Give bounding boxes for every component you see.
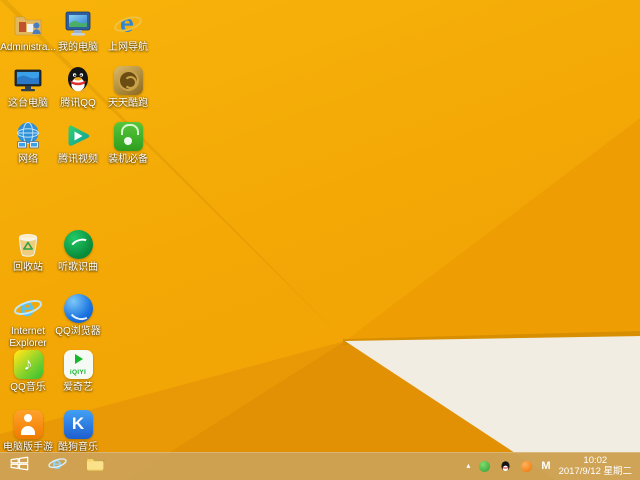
user-folder-icon [12,8,44,40]
icon-label: 听歌识曲 [58,262,98,273]
tray-alert-icon[interactable] [520,460,533,473]
desktop-icon-mobile-game-pc[interactable]: 电脑版手游 [0,408,56,454]
desktop-icon-web-navigation[interactable]: e 上网导航 [100,8,156,54]
blue-k-icon: K [62,408,94,440]
clock-time: 10:02 [583,455,608,466]
clock[interactable]: 10:02 2017/9/12 星期二 [559,455,632,477]
icon-label: QQ音乐 [10,382,46,393]
icon-label: 爱奇艺 [63,382,93,393]
desktop-icon-qq-browser[interactable]: QQ浏览器 [50,292,106,338]
globe-icon [12,120,44,152]
svg-text:e: e [20,292,34,322]
icon-label: 网络 [18,154,38,165]
music-note-glyph: ♪ [23,354,33,374]
folder-icon [85,453,106,479]
taskbar-ie-button[interactable]: e [38,452,76,480]
icon-label: Internet Explorer [9,326,47,349]
crt-monitor-icon [62,8,94,40]
taskbar-file-explorer-button[interactable] [76,452,114,480]
desktop-icon-song-recognition[interactable]: 听歌识曲 [50,228,106,274]
desktop-icon-tencent-qq[interactable]: 腾讯QQ [50,64,106,110]
penguin-icon [62,64,94,96]
system-tray: ▴ M 10:02 2017/9/12 星期二 [466,452,640,480]
ie-e-icon: e [47,453,68,479]
svg-text:e: e [52,454,61,473]
music-note-icon: ♪ [12,348,44,380]
blue-globe-swirl-icon [62,292,94,324]
desktop-icon-essential-software[interactable]: 装机必备 [100,120,156,166]
taskbar: e ▴ M 10:02 2017/9/12 星期二 [0,452,640,480]
desktop-icon-iqiyi[interactable]: iQIYI 爱奇艺 [50,348,106,394]
clock-date: 2017/9/12 星期二 [558,466,632,477]
desktop-icon-administrator[interactable]: Administra... [0,8,56,54]
orange-figure-icon [12,408,44,440]
icon-label: 腾讯视频 [58,154,98,165]
flat-monitor-icon [12,64,44,96]
blue-e-icon: e [112,8,144,40]
green-bag-icon [112,120,144,152]
tray-qq-penguin-icon[interactable] [499,460,512,473]
desktop-icon-network[interactable]: 网络 [0,120,56,166]
iqiyi-logo-icon: iQIYI [62,348,94,380]
play-logo-icon [62,120,94,152]
icon-label: 这台电脑 [8,98,48,109]
recycle-bin-icon [12,228,44,260]
windows-logo-icon [8,452,31,480]
desktop-icon-my-computer[interactable]: 我的电脑 [50,8,106,54]
icon-label: 上网导航 [108,42,148,53]
input-method-indicator[interactable]: M [541,460,550,472]
icon-label: QQ浏览器 [55,326,101,337]
svg-text:e: e [120,10,134,38]
tray-antivirus-icon[interactable] [478,460,491,473]
green-circle-icon [62,228,94,260]
icon-label: 天天酷跑 [108,98,148,109]
desktop-icon-internet-explorer[interactable]: e Internet Explorer [0,292,56,350]
icon-label: 腾讯QQ [60,98,96,109]
icon-label: Administra... [0,42,56,53]
desktop-icon-this-pc[interactable]: 这台电脑 [0,64,56,110]
start-button[interactable] [0,452,38,480]
hidden-icons-chevron[interactable]: ▴ [466,462,470,470]
gold-emblem-icon [112,64,144,96]
desktop-icon-tencent-video[interactable]: 腾讯视频 [50,120,106,166]
desktop-icon-recycle-bin[interactable]: 回收站 [0,228,56,274]
desktop-icon-tiantian-game[interactable]: 天天酷跑 [100,64,156,110]
desktop-icon-kugou-music[interactable]: K 酷狗音乐 [50,408,106,454]
icon-label: 回收站 [13,262,43,273]
kugou-letter: K [71,414,85,433]
icon-label: 装机必备 [108,154,148,165]
ie-e-icon: e [12,292,44,324]
icon-label: 我的电脑 [58,42,98,53]
iqiyi-wordmark: iQIYI [69,368,87,376]
desktop-icon-qq-music[interactable]: ♪ QQ音乐 [0,348,56,394]
